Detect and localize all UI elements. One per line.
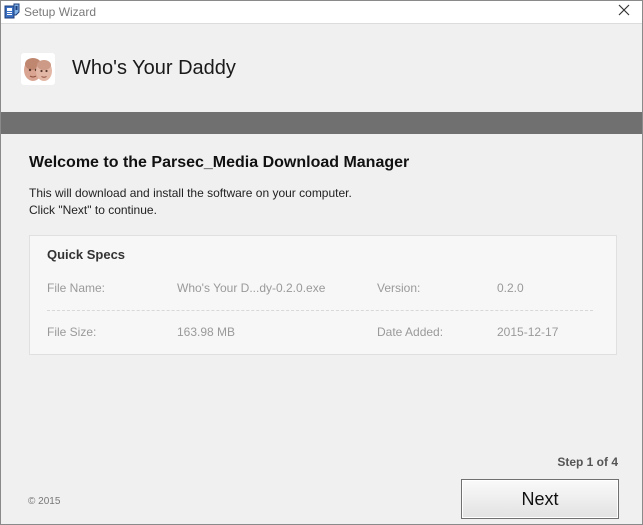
quick-specs-panel: Quick Specs File Name: Who's Your D...dy… [29,235,617,355]
copyright: © 2015 [28,496,61,507]
file-size-label: File Size: [47,325,97,339]
window-title: Setup Wizard [24,5,97,19]
file-name-label: File Name: [47,281,106,295]
date-added-value: 2015-12-17 [497,325,559,339]
header-divider-bar [1,112,642,134]
faces-avatar-icon [21,53,55,85]
version-label: Version: [377,281,421,295]
specs-divider [47,310,593,311]
wizard-header: Who's Your Daddy [1,24,642,112]
title-bar[interactable]: Setup Wizard [1,1,642,24]
quick-specs-title: Quick Specs [47,247,126,262]
description: This will download and install the softw… [29,185,352,219]
setup-wizard-window: Setup Wizard Who's Your Daddy Welcome to… [0,0,643,525]
file-size-value: 163.98 MB [177,325,236,339]
date-added-label: Date Added: [377,325,444,339]
close-button[interactable] [606,1,642,23]
description-line: Click "Next" to continue. [29,203,157,217]
step-indicator: Step 1 of 4 [557,455,618,469]
close-icon [618,3,630,21]
welcome-heading: Welcome to the Parsec_Media Download Man… [29,154,410,171]
next-button[interactable]: Next [461,479,619,519]
setup-package-icon [4,3,20,20]
description-line: This will download and install the softw… [29,186,352,200]
wizard-content: Welcome to the Parsec_Media Download Man… [1,134,642,524]
version-value: 0.2.0 [497,281,524,295]
app-name: Who's Your Daddy [72,57,236,79]
file-name-value: Who's Your D...dy-0.2.0.exe [177,281,326,295]
